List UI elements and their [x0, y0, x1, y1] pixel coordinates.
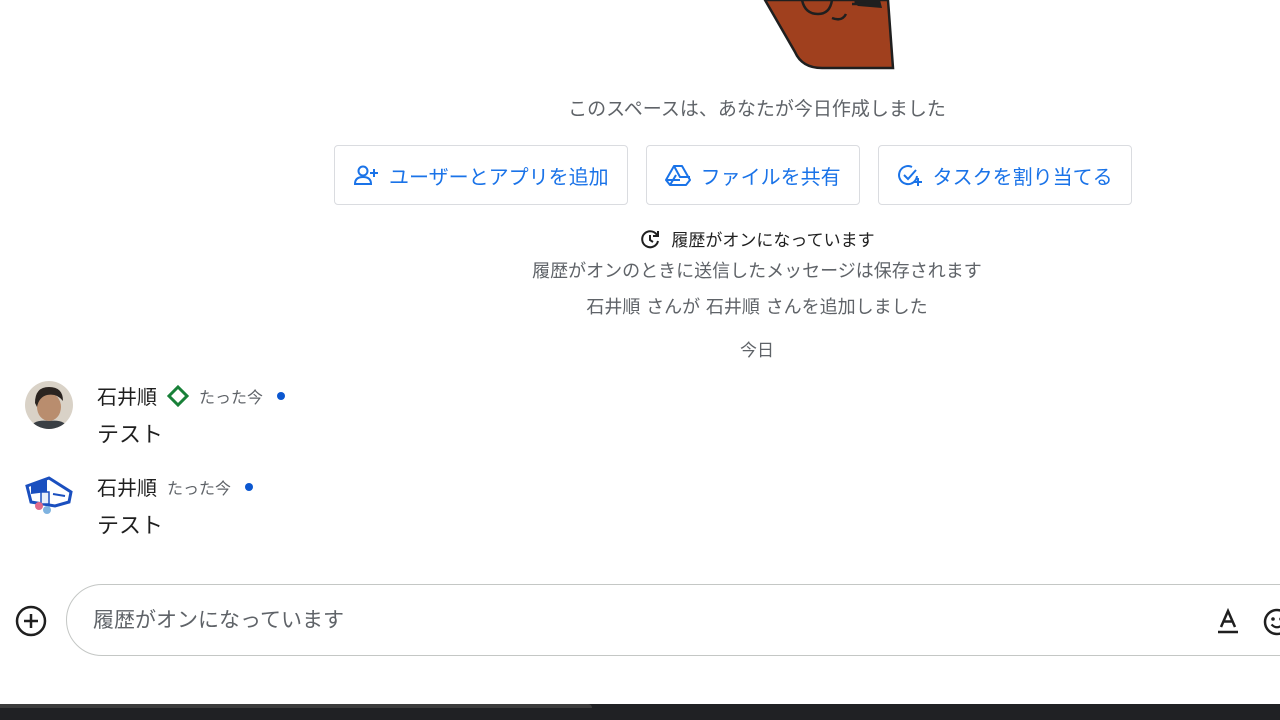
space-created-text: このスペースは、あなたが今日作成しました — [568, 98, 946, 120]
history-status-text: 履歴がオンになっています — [671, 231, 875, 251]
add-people-button[interactable]: ユーザーとアプリを追加 — [334, 145, 628, 205]
bottom-bar — [0, 704, 1280, 720]
text-format-icon[interactable] — [1213, 606, 1243, 636]
message-header: 石井順 たった今 — [97, 472, 254, 501]
history-icon — [641, 229, 660, 248]
assign-task-button[interactable]: タスクを割り当てる — [877, 145, 1132, 205]
share-file-label: ファイルを共有 — [700, 164, 841, 189]
add-people-label: ユーザーとアプリを追加 — [389, 164, 609, 189]
sender-name[interactable]: 石井順 — [97, 472, 157, 501]
avatar[interactable] — [25, 472, 73, 520]
avatar[interactable] — [25, 381, 73, 429]
message-input[interactable] — [91, 607, 1175, 633]
emoji-icon[interactable] — [1262, 607, 1280, 637]
system-message: 石井順 さんが 石井順 さんを追加しました — [586, 297, 928, 318]
add-task-icon — [897, 165, 922, 186]
message-time: たった今 — [167, 478, 232, 498]
date-divider: 今日 — [740, 341, 774, 361]
unread-dot — [277, 391, 286, 400]
history-status: 履歴がオンになっています — [0, 226, 1280, 251]
share-file-button[interactable]: ファイルを共有 — [645, 145, 860, 205]
add-circle-icon[interactable] — [14, 604, 48, 638]
drive-icon — [664, 165, 691, 186]
sender-name[interactable]: 石井順 — [97, 381, 157, 410]
message-text: テスト — [97, 423, 164, 448]
unread-dot — [245, 482, 254, 491]
message-composer — [66, 584, 1280, 656]
assign-task-label: タスクを割り当てる — [932, 164, 1113, 189]
bottom-progress — [0, 704, 592, 708]
history-note: 履歴がオンのときに送信したメッセージは保存されます — [532, 261, 982, 282]
hand-illustration — [763, 0, 895, 70]
message-header: 石井順 たった今 — [97, 381, 286, 410]
message-text: テスト — [97, 514, 164, 539]
message-time: たった今 — [199, 387, 264, 407]
diamond-icon — [167, 384, 189, 407]
person-add-icon — [353, 165, 378, 185]
space-actions: ユーザーとアプリを追加 ファイルを共有 タスクを割り当てる — [334, 145, 1132, 205]
